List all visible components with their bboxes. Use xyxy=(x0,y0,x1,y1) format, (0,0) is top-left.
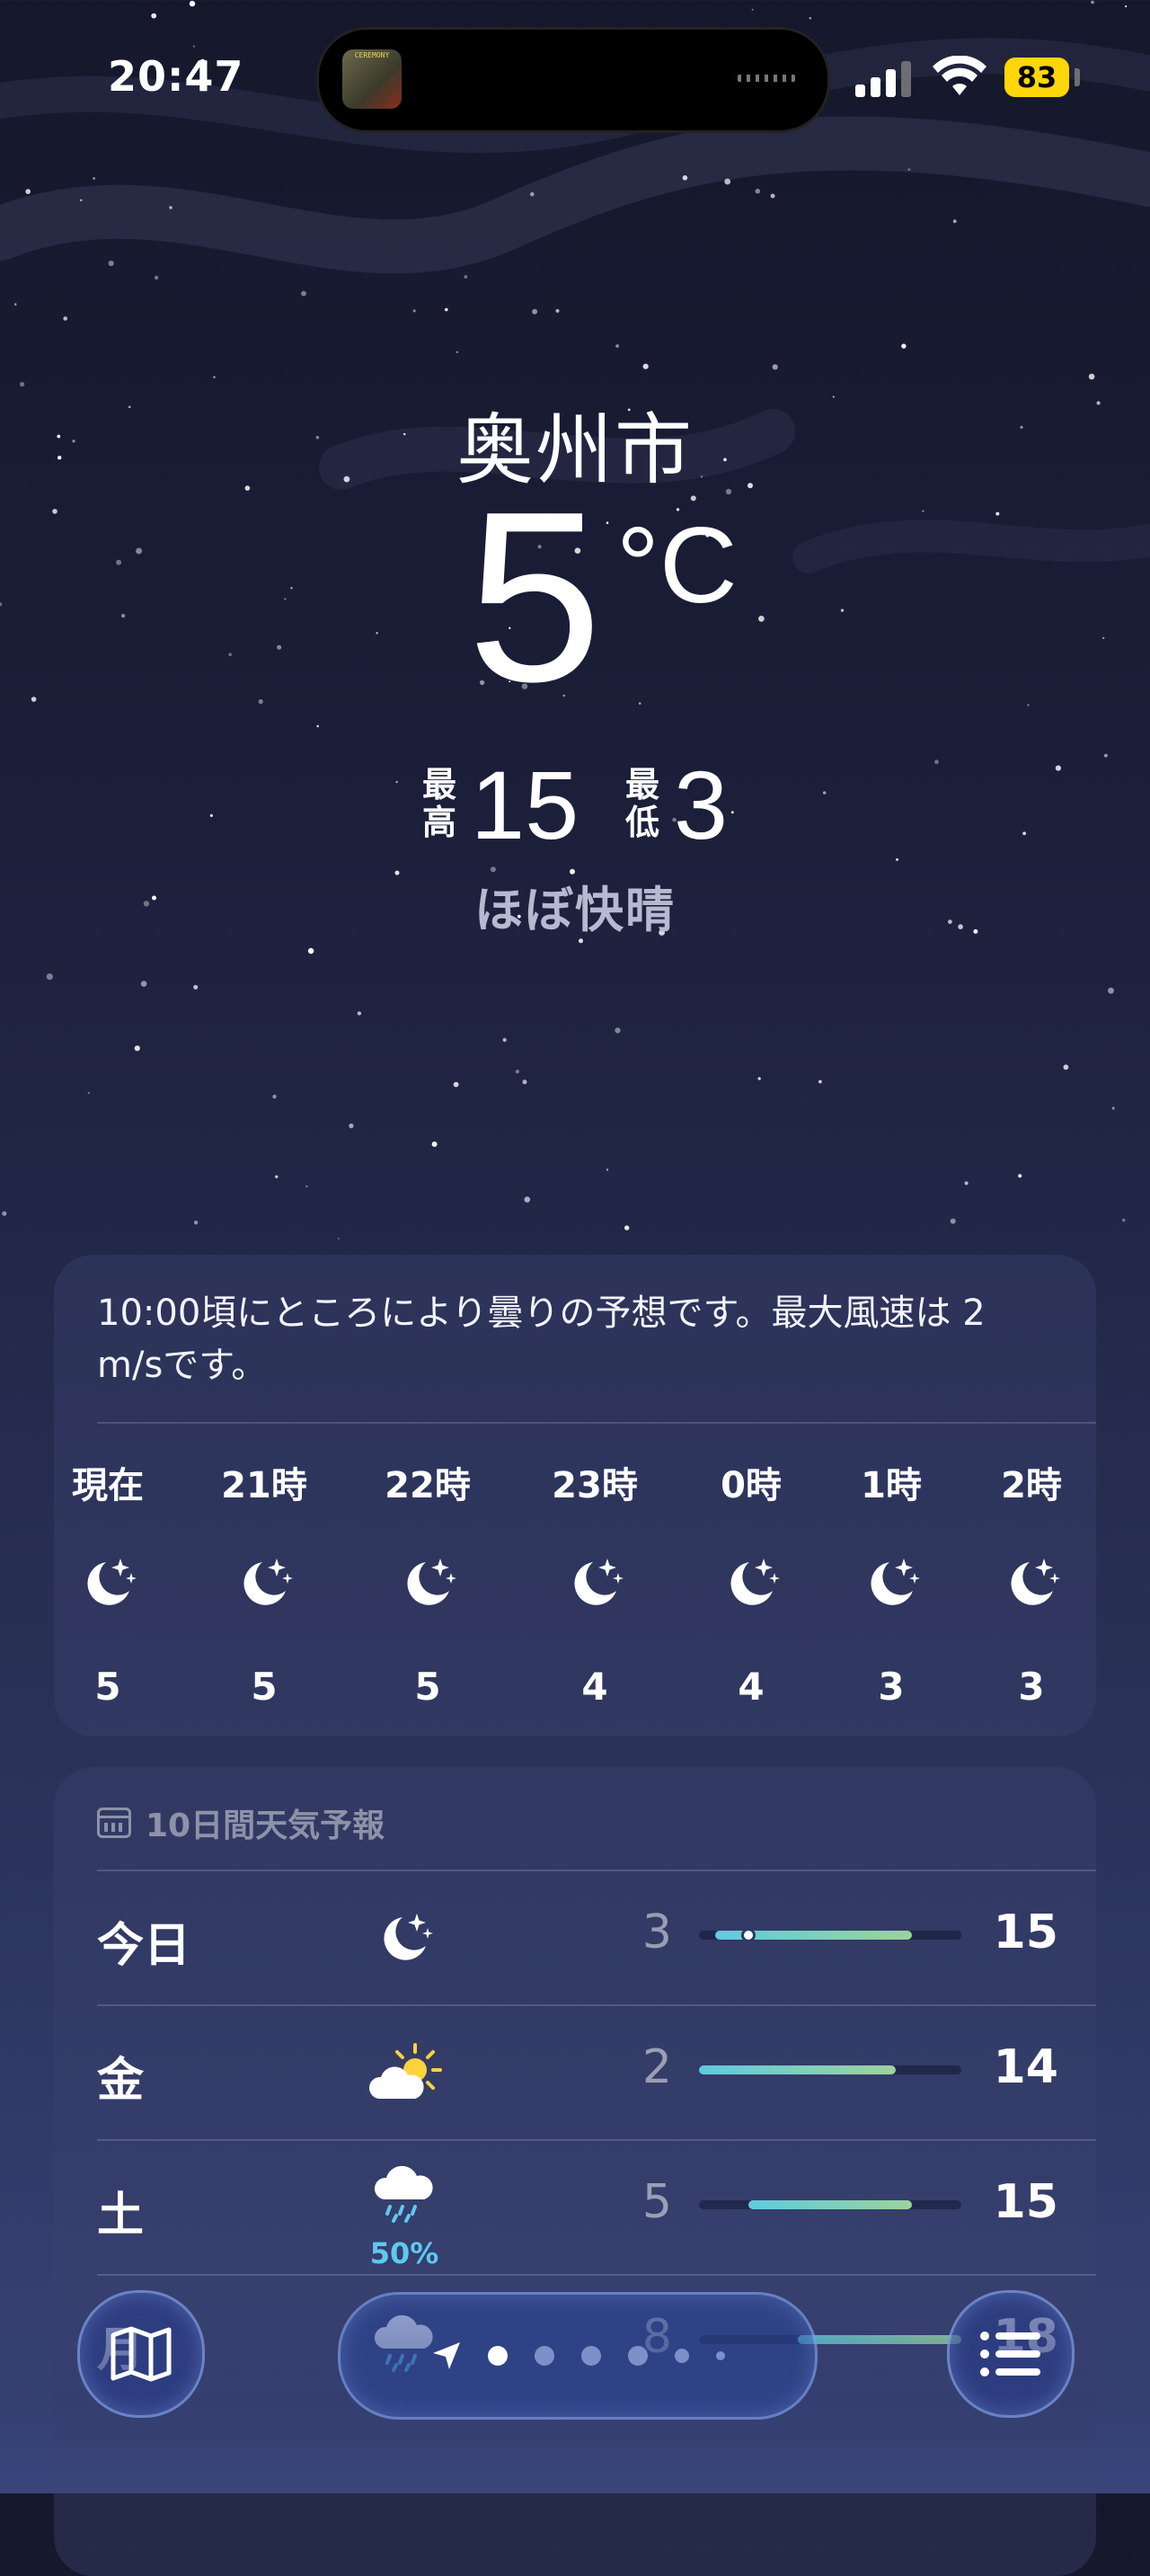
moon-stars-icon xyxy=(54,1555,162,1618)
city-list-button[interactable] xyxy=(947,2290,1075,2418)
hour-label: 2時 xyxy=(1001,1465,1062,1506)
hour-column: 0時 4 xyxy=(697,1456,805,1709)
day-name: 土 xyxy=(97,2189,145,2243)
moon-stars-icon xyxy=(978,1555,1085,1618)
precipitation-chance: 50% xyxy=(369,2236,439,2270)
hour-temperature: 3 xyxy=(1018,1665,1045,1709)
day-low-temperature: 2 xyxy=(641,2040,672,2094)
hour-column: 23時 4 xyxy=(541,1456,649,1709)
calendar-icon xyxy=(97,1808,131,1838)
hourly-forecast-card[interactable]: 10:00頃にところにより曇りの予想です。最大風速は 2 m/sです。 現在 5 2… xyxy=(54,1255,1096,1737)
day-row[interactable]: 金 2 14 xyxy=(54,2004,1096,2139)
moon-stars-icon xyxy=(541,1555,649,1618)
day-low-temperature: 5 xyxy=(641,2175,672,2229)
forecast-summary: 10:00頃にところにより曇りの予想です。最大風速は 2 m/sです。 xyxy=(97,1292,986,1386)
day-row[interactable]: 土 50% 5 15 xyxy=(54,2139,1096,2274)
status-time: 20:47 xyxy=(108,52,244,101)
high-label: 最高 xyxy=(420,766,458,841)
hour-column: 1時 3 xyxy=(837,1456,945,1709)
ten-day-title: 10日間天気予報 xyxy=(146,1808,385,1844)
current-temperature-marker xyxy=(740,1928,756,1942)
hour-label: 0時 xyxy=(721,1465,782,1506)
day-high-temperature: 14 xyxy=(993,2040,1058,2094)
high-label-text: 最高 xyxy=(421,765,456,842)
condition-text: ほぼ快晴 xyxy=(474,882,676,938)
cellular-signal-icon xyxy=(855,61,911,97)
day-high-temperature: 15 xyxy=(993,1905,1058,1959)
day-name: 今日 xyxy=(97,1919,191,1973)
day-name: 金 xyxy=(97,2054,145,2108)
wifi-icon xyxy=(933,56,986,95)
temperature-range-bar xyxy=(699,1928,961,1942)
current-temperature: 5 xyxy=(467,462,603,733)
moon-stars-icon xyxy=(374,1555,482,1618)
hour-label: 21時 xyxy=(221,1465,307,1506)
hour-label: 22時 xyxy=(385,1465,471,1506)
location-arrow-icon[interactable] xyxy=(430,2340,463,2372)
page-indicator[interactable] xyxy=(338,2292,818,2420)
hour-temperature: 5 xyxy=(94,1665,121,1709)
day-row[interactable]: 今日 3 15 xyxy=(54,1870,1096,2004)
list-icon xyxy=(980,2332,1040,2376)
hour-temperature: 5 xyxy=(414,1665,441,1709)
low-label: 最低 xyxy=(624,766,661,841)
hour-column: 2時 3 xyxy=(978,1456,1085,1709)
hour-label: 現在 xyxy=(72,1465,144,1506)
page-dot[interactable] xyxy=(535,2346,554,2366)
moon-stars-icon xyxy=(837,1555,945,1618)
low-temperature: 3 xyxy=(674,751,729,859)
day-low-temperature: 3 xyxy=(641,1905,672,1959)
map-button[interactable] xyxy=(77,2290,205,2418)
day-high-temperature: 15 xyxy=(993,2175,1058,2229)
battery-indicator: 83 xyxy=(1004,58,1069,97)
temperature-unit: °C xyxy=(616,505,738,626)
now-playing-art-text: CEREMONY xyxy=(354,51,390,59)
battery-cap xyxy=(1075,68,1080,86)
hour-temperature: 4 xyxy=(581,1665,608,1709)
page-dot[interactable] xyxy=(488,2346,508,2366)
page-dot[interactable] xyxy=(675,2349,689,2363)
hour-column: 21時 5 xyxy=(210,1456,318,1709)
page-dot[interactable] xyxy=(581,2346,601,2366)
low-label-text: 最低 xyxy=(624,765,659,842)
ten-day-header: 10日間天気予報 xyxy=(97,1799,385,1846)
map-icon xyxy=(111,2326,172,2382)
hour-temperature: 5 xyxy=(251,1665,278,1709)
cloud-rain-icon xyxy=(359,2157,449,2229)
partly-cloudy-sun-icon xyxy=(359,2037,449,2109)
page-dots xyxy=(488,2346,725,2366)
moon-stars-icon xyxy=(359,1902,449,1974)
card-divider xyxy=(97,1422,1096,1424)
page-dot[interactable] xyxy=(628,2346,648,2366)
now-playing-artwork[interactable]: CEREMONY xyxy=(342,49,402,109)
hour-column: 22時 5 xyxy=(374,1456,482,1709)
temperature-range-fill xyxy=(748,2200,913,2209)
temperature-range-bar xyxy=(699,2065,961,2074)
moon-stars-icon xyxy=(697,1555,805,1618)
hour-label: 23時 xyxy=(552,1465,638,1506)
dynamic-island[interactable]: CEREMONY xyxy=(316,27,830,133)
hour-label: 1時 xyxy=(861,1465,922,1506)
temperature-range-bar xyxy=(699,2200,961,2209)
temperature-range-fill xyxy=(699,2065,896,2074)
high-temperature: 15 xyxy=(471,751,579,859)
page-dot[interactable] xyxy=(716,2351,725,2360)
audio-waveform-icon xyxy=(738,75,795,82)
hour-temperature: 3 xyxy=(878,1665,905,1709)
hour-column: 現在 5 xyxy=(54,1456,162,1709)
hour-temperature: 4 xyxy=(738,1665,765,1709)
moon-stars-icon xyxy=(210,1555,318,1618)
